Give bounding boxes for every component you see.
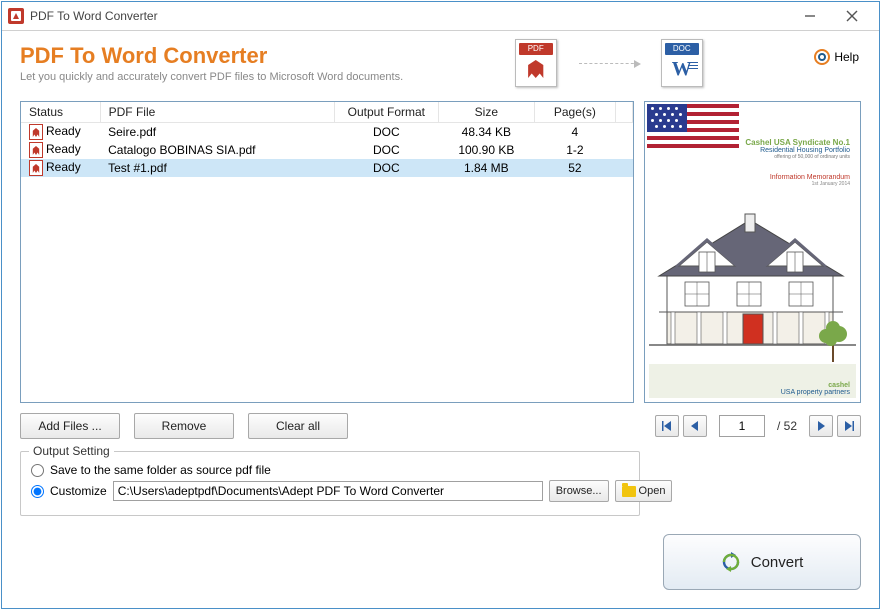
open-button[interactable]: Open xyxy=(615,480,673,502)
output-path-input[interactable] xyxy=(113,481,543,501)
preview-brand: cashel USA property partners xyxy=(781,382,850,396)
radio-customize-input[interactable] xyxy=(31,485,44,498)
col-pages[interactable]: Page(s) xyxy=(534,102,615,123)
arrow-icon xyxy=(579,63,639,64)
page-subtitle: Let you quickly and accurately convert P… xyxy=(20,71,403,83)
pdf-icon: PDF xyxy=(515,39,557,87)
col-format[interactable]: Output Format xyxy=(334,102,438,123)
us-flag-icon xyxy=(647,104,739,150)
file-table[interactable]: Status PDF File Output Format Size Page(… xyxy=(20,101,634,403)
col-file[interactable]: PDF File xyxy=(100,102,334,123)
app-window: PDF To Word Converter PDF To Word Conver… xyxy=(1,1,880,609)
add-files-button[interactable]: Add Files ... xyxy=(20,413,120,439)
doc-icon: DOC xyxy=(661,39,703,87)
first-page-button[interactable] xyxy=(655,415,679,437)
radio-same-input[interactable] xyxy=(31,464,44,477)
output-setting: Output Setting Save to the same folder a… xyxy=(20,451,640,516)
radio-customize-label: Customize xyxy=(50,484,107,498)
clear-all-button[interactable]: Clear all xyxy=(248,413,348,439)
radio-same-folder[interactable]: Save to the same folder as source pdf fi… xyxy=(31,463,629,477)
window-title: PDF To Word Converter xyxy=(30,9,158,23)
page-title: PDF To Word Converter xyxy=(20,43,403,69)
refresh-icon xyxy=(721,552,741,572)
close-button[interactable] xyxy=(831,5,873,27)
minimize-button[interactable] xyxy=(789,5,831,27)
col-size[interactable]: Size xyxy=(438,102,534,123)
help-label: Help xyxy=(834,50,859,64)
page-total: / 52 xyxy=(777,419,797,433)
page-input[interactable] xyxy=(719,415,765,437)
preview-memo: Information Memorandum 1st January 2014 xyxy=(770,174,850,187)
help-link[interactable]: Help xyxy=(814,49,859,65)
last-page-button[interactable] xyxy=(837,415,861,437)
preview-title: Cashel USA Syndicate No.1 Residential Ho… xyxy=(745,138,850,160)
help-icon xyxy=(814,49,830,65)
pdf-file-icon xyxy=(29,142,43,158)
remove-button[interactable]: Remove xyxy=(134,413,234,439)
pdf-file-icon xyxy=(29,124,43,140)
table-row[interactable]: ReadyCatalogo BOBINAS SIA.pdfDOC100.90 K… xyxy=(21,141,633,159)
browse-button[interactable]: Browse... xyxy=(549,480,609,502)
titlebar: PDF To Word Converter xyxy=(2,2,879,31)
app-icon xyxy=(8,8,24,24)
output-legend: Output Setting xyxy=(29,444,114,458)
convert-button[interactable]: Convert xyxy=(663,534,861,590)
table-row[interactable]: ReadyTest #1.pdfDOC1.84 MB52 xyxy=(21,159,633,177)
next-page-button[interactable] xyxy=(809,415,833,437)
pdf-file-icon xyxy=(29,160,43,176)
prev-page-button[interactable] xyxy=(683,415,707,437)
preview-pane: Cashel USA Syndicate No.1 Residential Ho… xyxy=(644,101,861,403)
table-row[interactable]: ReadySeire.pdfDOC48.34 KB4 xyxy=(21,123,633,142)
tree-icon xyxy=(816,320,850,362)
col-status[interactable]: Status xyxy=(21,102,100,123)
folder-icon xyxy=(622,486,636,497)
